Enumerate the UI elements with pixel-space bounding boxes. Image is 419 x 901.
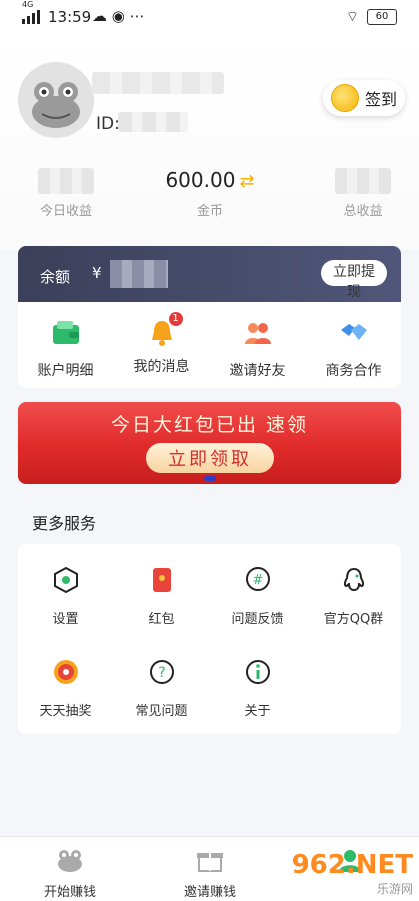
nickname-blurred (92, 72, 224, 94)
quick-item-messages[interactable]: 1 我的消息 (114, 312, 209, 376)
service-settings[interactable]: 设置 (18, 566, 113, 627)
quick-item-label: 账户明细 (37, 363, 94, 379)
watermark-text: 962.NET (291, 850, 413, 880)
quick-item-label: 商务合作 (325, 363, 382, 379)
stat-today-earnings[interactable]: 今日收益 (6, 168, 126, 219)
avatar[interactable] (18, 62, 94, 138)
quick-item-account-details[interactable]: 账户明细 (18, 312, 113, 380)
service-faq[interactable]: ? 常见问题 (114, 658, 209, 719)
service-label: 官方QQ群 (323, 612, 384, 627)
signin-label: 签到 (364, 90, 397, 109)
service-about[interactable]: 关于 (210, 658, 305, 719)
info-icon (245, 660, 270, 684)
exchange-icon[interactable]: ⇄ (239, 171, 254, 192)
quick-item-business[interactable]: 商务合作 (306, 312, 401, 380)
quick-item-label: 我的消息 (133, 359, 190, 375)
status-misc-icons: ☁ ◉ ⋯ (92, 7, 145, 25)
total-earnings-blurred (335, 168, 391, 194)
friends-icon (244, 323, 271, 344)
stat-label: 金币 (196, 204, 223, 219)
gift-icon (197, 853, 223, 872)
coin-icon (330, 84, 359, 112)
tab-start-earning[interactable]: 开始赚钱 (0, 847, 140, 900)
coin-balance: 600.00 (165, 168, 236, 192)
balance-label: 余额 (40, 268, 71, 286)
signin-button[interactable]: 签到 (323, 80, 405, 116)
quick-item-invite-friends[interactable]: 邀请好友 (210, 312, 305, 380)
stat-label: 今日收益 (39, 204, 92, 219)
more-services-title: 更多服务 (32, 514, 97, 533)
battery-icon: 60 (367, 9, 397, 25)
quick-item-label: 邀请好友 (229, 363, 286, 379)
red-packet-banner[interactable]: 今日大红包已出 速领 立即领取 (18, 402, 401, 484)
service-label: 设置 (52, 612, 79, 627)
lottery-wheel-icon (53, 660, 78, 684)
carousel-indicator (204, 476, 216, 481)
network-type: 4G (22, 0, 34, 9)
tab-invite-earning[interactable]: 邀请赚钱 (140, 847, 280, 900)
service-label: 天天抽奖 (39, 704, 92, 719)
red-envelope-icon (152, 568, 171, 592)
faq-icon: ? (149, 660, 174, 684)
service-qq-group[interactable]: 官方QQ群 (306, 566, 401, 627)
settings-icon (53, 566, 78, 594)
stat-label: 总收益 (343, 204, 383, 219)
wifi-icon: ⌔ (345, 9, 359, 25)
services-grid: 设置 红包 # 问题反馈 官方QQ群 天天抽奖 ? 常见问题 关于 (18, 544, 401, 734)
today-earnings-blurred (38, 168, 94, 194)
balance-card: 余额 ¥ 立即提现 (18, 246, 401, 302)
claim-now-button[interactable]: 立即领取 (146, 443, 274, 473)
tab-label: 邀请赚钱 (183, 885, 236, 900)
watermark-logo: 962.NET 乐游网 (292, 850, 413, 897)
wallet-icon (52, 321, 79, 344)
status-bar: 4G 13:59 ☁ ◉ ⋯ ⌔ 60 (0, 0, 419, 34)
qq-icon (343, 567, 364, 592)
service-label: 问题反馈 (231, 612, 284, 627)
quick-actions: 账户明细 1 我的消息 邀请好友 商务合作 (18, 302, 401, 388)
clock: 13:59 (48, 8, 92, 26)
withdraw-button[interactable]: 立即提现 (321, 260, 387, 299)
stat-total-earnings[interactable]: 总收益 (303, 168, 419, 219)
frog-icon (58, 850, 82, 872)
banner-title: 今日大红包已出 速领 (110, 414, 309, 436)
user-id-blurred (118, 112, 188, 132)
balance-amount-blurred (110, 260, 168, 288)
user-id-label: ID: (96, 114, 120, 134)
message-badge: 1 (168, 312, 183, 326)
tab-label: 开始赚钱 (43, 885, 96, 900)
service-label: 红包 (148, 612, 175, 627)
currency-symbol: ¥ (92, 264, 102, 282)
bell-icon: 1 (147, 312, 183, 348)
service-red-envelope[interactable]: 红包 (114, 566, 209, 627)
service-label: 关于 (244, 704, 271, 719)
status-right: ⌔ 60 (346, 8, 397, 26)
service-label: 常见问题 (135, 704, 188, 719)
svg-text:?: ? (158, 665, 165, 681)
frog-avatar-icon (18, 62, 94, 138)
handshake-icon (340, 324, 367, 340)
svg-text:#: # (252, 573, 263, 588)
service-lottery[interactable]: 天天抽奖 (18, 658, 113, 719)
service-feedback[interactable]: # 问题反馈 (210, 566, 305, 627)
feedback-icon: # (245, 567, 270, 591)
watermark-sub: 乐游网 (376, 882, 413, 896)
stat-coins[interactable]: 600.00 ⇄ 金币 (150, 168, 270, 219)
signal-icon (22, 10, 40, 24)
